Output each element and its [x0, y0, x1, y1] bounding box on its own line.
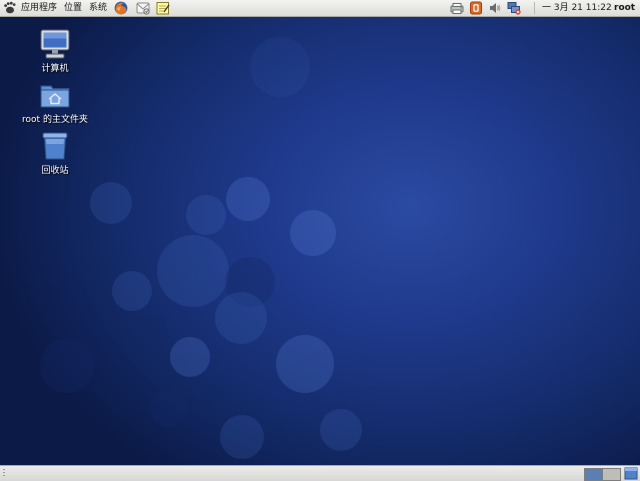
wallpaper-bokeh: [90, 182, 132, 224]
workspace-1[interactable]: [584, 468, 603, 481]
wallpaper-bokeh: [215, 292, 267, 344]
panel-drag-handle[interactable]: [3, 469, 5, 478]
user-menu[interactable]: root: [614, 0, 635, 16]
desktop-icon-home-folder[interactable]: root 的主文件夹: [15, 79, 95, 125]
wallpaper-bokeh: [124, 313, 168, 357]
home-folder-icon: [40, 85, 70, 108]
gnome-foot-icon: [4, 1, 16, 14]
desktop-icon-label: 回收站: [41, 166, 69, 176]
computer-icon: [40, 29, 70, 59]
desktop[interactable]: 计算机 root 的主文件夹 回收站: [0, 17, 640, 465]
desktop-icon-label: root 的主文件夹: [22, 115, 88, 125]
firefox-icon[interactable]: [114, 1, 128, 15]
desktop-icon-trash[interactable]: 回收站: [15, 130, 95, 176]
wallpaper-bokeh: [170, 337, 210, 377]
places-menu[interactable]: 位置: [62, 0, 84, 16]
panel-separator: [534, 2, 535, 14]
update-notifier-icon[interactable]: [469, 1, 483, 15]
system-menu-label: 系统: [89, 3, 108, 13]
bottom-panel: [0, 465, 640, 481]
wallpaper-bokeh: [150, 389, 188, 427]
wallpaper-bokeh: [290, 210, 336, 256]
wallpaper-bokeh: [157, 235, 229, 307]
network-printer-icon[interactable]: [450, 1, 464, 15]
network-status-icon[interactable]: [507, 1, 521, 15]
desktop-icon-label: 计算机: [41, 64, 69, 74]
workspace-2[interactable]: [602, 468, 621, 481]
show-desktop-icon[interactable]: [624, 467, 638, 480]
system-menu[interactable]: 系统: [87, 0, 109, 16]
wallpaper-bokeh: [40, 339, 94, 393]
wallpaper-bokeh: [220, 415, 264, 459]
applications-menu-label: 应用程序: [21, 3, 58, 13]
wallpaper-bokeh: [320, 409, 362, 451]
places-menu-label: 位置: [64, 3, 83, 13]
notes-editor-icon[interactable]: [156, 1, 170, 15]
clock[interactable]: 一 3月 21 11:22: [542, 0, 612, 16]
mail-client-icon[interactable]: [136, 1, 150, 15]
top-panel: 应用程序 位置 系统 一 3月 21 11:22 root: [0, 0, 640, 17]
wallpaper-bokeh: [186, 195, 226, 235]
wallpaper-bokeh: [276, 335, 334, 393]
wallpaper-bokeh: [226, 177, 270, 221]
volume-icon[interactable]: [488, 1, 502, 15]
wallpaper-bokeh: [112, 271, 152, 311]
wallpaper-bokeh: [250, 37, 310, 97]
trash-icon: [42, 132, 68, 160]
desktop-icon-computer[interactable]: 计算机: [15, 28, 95, 74]
